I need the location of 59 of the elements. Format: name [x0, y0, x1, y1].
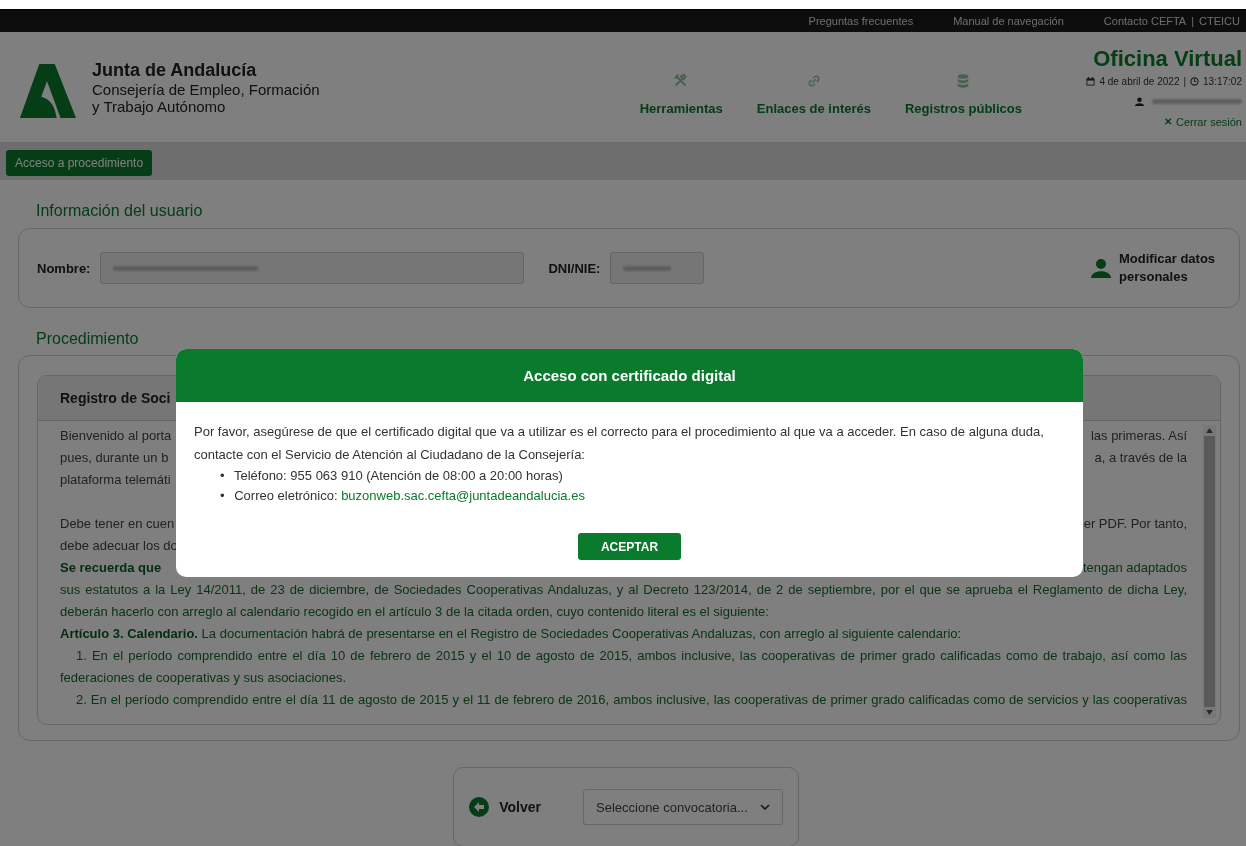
department-name: Consejería de Empleo, Formación: [92, 80, 320, 98]
org-name: Junta de Andalucía: [92, 59, 258, 81]
bullet-text: •: [220, 468, 225, 483]
section-title: Procedimiento: [36, 330, 140, 348]
id-field[interactable]: [610, 252, 705, 284]
logout-link[interactable]: ✕ Cerrar sesión: [1163, 116, 1242, 128]
user-icon: [1091, 258, 1111, 278]
nav-link[interactable]: Enlaces de interés: [756, 72, 871, 116]
call-select[interactable]: Seleccione convocatoria...: [583, 789, 783, 825]
nav-link[interactable]: Herramientas: [639, 72, 723, 116]
text-fragment: a, a través de la: [1094, 449, 1187, 467]
text-line: deberán hacerlo con arreglo al calendario recogido en el artículo 3 de la citada orden, cuyo contenido literal es el siguiente:: [60, 603, 770, 621]
department-name: y Trabajo Autónomo: [92, 97, 226, 115]
app-title: Oficina Virtual: [1093, 46, 1242, 72]
separator-text: |: [1191, 15, 1195, 27]
text-line: 1. En el período comprendido entre el día 10 de febrero de 2015 y el 10 de agosto de 2015, ambos inclusive, las cooperativas de primer grado calificadas como de trabajo, así como las: [75, 647, 1187, 665]
field-label: DNI/NIE:: [548, 260, 601, 276]
time-text: 13:17:02: [1203, 76, 1242, 87]
section-title: Información del usuario: [36, 202, 204, 220]
edit-profile-link[interactable]: Modificar datos personales: [1091, 250, 1221, 286]
email-link[interactable]: buzonweb.sac.cefta@juntadeandalucia.es: [341, 488, 585, 503]
accept-button[interactable]: ACEPTAR: [578, 533, 681, 560]
back-link[interactable]: Volver: [469, 797, 541, 817]
modal-text: Por favor, asegúrese de que el certificado digital que va a utilizar es el correcto para el procedimiento al que va a acceder. En caso de alguna duda, contacte con el Servicio de Atención al Ciudadano de la Consejería:: [194, 423, 1045, 464]
text-line: federaciones de cooperativas y sus asociaciones.: [60, 669, 348, 687]
chevron-down-icon: [759, 804, 770, 810]
text-fragment: Debe tener en cuen: [60, 515, 175, 533]
clock-icon: [1190, 77, 1200, 86]
text-fragment: las primeras. Así: [1090, 427, 1187, 445]
top-link[interactable]: CTEICU: [1199, 15, 1240, 27]
date-text: 4 de abril de 2022: [1099, 76, 1180, 87]
nav-link[interactable]: Registros públicos: [904, 72, 1022, 116]
logo-icon: [18, 62, 76, 120]
text-fragment: tengan adaptados: [1082, 559, 1187, 577]
scrollbar[interactable]: [1203, 425, 1216, 718]
text-fragment: plataforma telemáti: [60, 471, 171, 489]
text-line: Artículo 3. Calendario. La documentación habrá de presentarse en el Registro de Sociedades Cooperativas Andaluzas, con arreglo al siguiente calendario:: [60, 625, 963, 643]
text-line: 2. En el período comprendido entre el día 11 de agosto de 2015 y el 11 de febrero de 2016, ambos inclusive, las cooperativas de primer grado calificadas como de servicios y las cooperativas: [75, 691, 1187, 709]
calendar-icon: [1086, 77, 1096, 86]
text-fragment: Se recuerda que: [60, 559, 162, 577]
procedure-access-button[interactable]: Acceso a procedimiento: [6, 150, 153, 176]
field-label: Nombre:: [37, 260, 91, 276]
scroll-up-icon[interactable]: [1206, 428, 1213, 433]
user-icon: [1135, 97, 1144, 106]
text-fragment: pues, durante un b: [60, 449, 169, 467]
list-text: Teléfono: 955 063 910 (Atención de 08:00 a 20:00 horas): [233, 468, 563, 483]
separator-text: |: [1183, 76, 1187, 87]
top-link[interactable]: Contacto CEFTA: [1103, 15, 1187, 27]
text-fragment: Bienvenido al porta: [60, 427, 172, 445]
text-line: sus estatutos a la Ley 14/2011, de 23 de diciembre, de Sociedades Cooperativas Andaluzas, y al Decreto 123/2014, de 2 de septiembre, por el que se aprueba el Reglamento de dicha Ley,: [60, 581, 1187, 599]
text-fragment: er PDF. Por tanto,: [1083, 515, 1187, 533]
list-text: Correo eletrónico:: [234, 488, 338, 503]
scroll-down-icon[interactable]: [1206, 710, 1213, 715]
modal-title: Acceso con certificado digital: [523, 367, 736, 384]
top-link[interactable]: Manual de navegación: [953, 15, 1064, 27]
name-field[interactable]: [100, 252, 525, 284]
top-link[interactable]: Preguntas frecuentes: [808, 15, 914, 27]
bullet-text: •: [220, 488, 225, 503]
card-title: Registro de Soci: [60, 390, 171, 406]
